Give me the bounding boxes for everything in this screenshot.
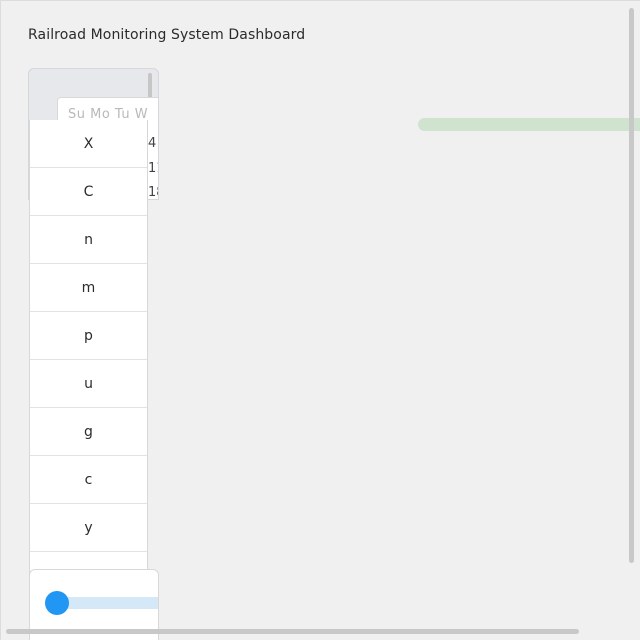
dropdown-option[interactable]: n	[30, 216, 147, 264]
dropdown-option[interactable]: g	[30, 408, 147, 456]
dropdown-option[interactable]: p	[30, 312, 147, 360]
slider-track[interactable]	[58, 597, 158, 609]
dropdown-option[interactable]: X	[30, 120, 147, 168]
dropdown-option[interactable]: u	[30, 360, 147, 408]
calendar-day[interactable]: 4	[148, 136, 156, 151]
calendar-day[interactable]: 18	[148, 185, 158, 199]
horizontal-scrollbar[interactable]	[6, 629, 579, 634]
vertical-scrollbar[interactable]	[629, 8, 634, 563]
dropdown-option[interactable]: c	[30, 456, 147, 504]
page-title: Railroad Monitoring System Dashboard	[28, 27, 306, 43]
calendar-day[interactable]: 11	[148, 161, 158, 176]
dropdown-option[interactable]: C	[30, 168, 147, 216]
slider-thumb[interactable]	[45, 591, 69, 615]
dropdown-list[interactable]: X C n m p u g c y	[29, 120, 148, 580]
dropdown-option[interactable]: y	[30, 504, 147, 552]
status-line	[418, 118, 640, 131]
window-border-left	[0, 0, 1, 640]
dashboard-page: Railroad Monitoring System Dashboard Su …	[0, 0, 640, 640]
window-border-top	[0, 0, 640, 1]
dropdown-option[interactable]: m	[30, 264, 147, 312]
